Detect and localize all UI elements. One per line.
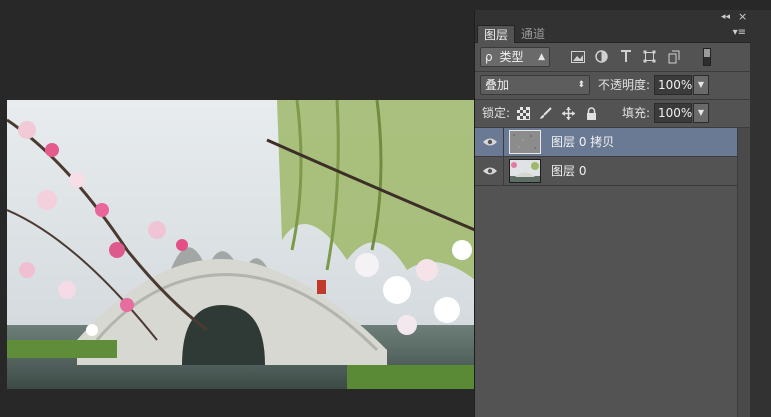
eye-visibility-icon[interactable] (483, 165, 497, 177)
layer-thumbnail-gray (509, 130, 541, 154)
fill-input[interactable]: 100% (654, 103, 692, 123)
smart-object-filter-icon[interactable] (668, 50, 680, 64)
image-filter-icon[interactable] (571, 51, 585, 63)
noise-thumbnail-icon (510, 131, 540, 153)
layer-separator (503, 128, 504, 157)
filter-toggle-switch[interactable] (703, 48, 711, 66)
panel-titlebar: ◂◂ × (475, 10, 750, 25)
blend-mode-value: 叠加 (485, 78, 510, 92)
landscape-thumbnail-icon (510, 160, 540, 182)
adjustment-filter-icon[interactable] (595, 50, 608, 63)
layer-thumbnail-photo (509, 159, 541, 183)
lock-image-pixels-brush-icon[interactable] (539, 107, 552, 120)
blend-mode-dropdown[interactable]: 叠加 ⬍ (480, 75, 590, 95)
lock-transparent-pixels-icon[interactable] (517, 107, 530, 120)
layers-panel: ◂◂ × 图层 通道 ▾≡ ρ 类型 ▲ 叠加 ⬍ 不透明度: 100% ▼ 锁… (474, 10, 750, 417)
layer-row-copy[interactable]: 图层 0 拷贝 (475, 128, 737, 157)
filter-type-label: 类型 (499, 50, 524, 64)
layer-list: 图层 0 拷贝 图层 0 (475, 128, 737, 186)
lock-row: 锁定: 填充: 100% ▼ (475, 100, 750, 128)
collapse-panel-icon[interactable]: ◂◂ (721, 11, 730, 23)
layer-name: 图层 0 (551, 164, 587, 178)
updown-arrow-icon: ⬍ (577, 80, 585, 90)
opacity-input[interactable]: 100% (654, 75, 692, 95)
eye-visibility-icon[interactable] (483, 136, 497, 148)
layer-separator (503, 157, 504, 186)
fill-label: 填充: (622, 106, 651, 120)
document-canvas[interactable] (7, 100, 475, 389)
opacity-label: 不透明度: (598, 78, 651, 92)
shape-filter-icon[interactable] (643, 50, 656, 63)
right-dock-strip (750, 10, 771, 417)
lock-position-move-icon[interactable] (562, 107, 575, 120)
panel-tabs: 图层 通道 ▾≡ (475, 25, 750, 43)
updown-arrow-icon: ▲ (538, 52, 545, 62)
filter-row: ρ 类型 ▲ (475, 44, 750, 72)
tab-channels[interactable]: 通道 (515, 25, 551, 43)
lock-all-icon[interactable] (585, 107, 598, 120)
filter-type-dropdown[interactable]: ρ 类型 ▲ (480, 47, 550, 67)
layer-name: 图层 0 拷贝 (551, 135, 615, 149)
type-filter-icon[interactable] (620, 50, 632, 63)
close-panel-icon[interactable]: × (738, 11, 747, 23)
panel-menu-icon[interactable]: ▾≡ (733, 27, 746, 38)
lock-label: 锁定: (482, 106, 511, 120)
tab-layers[interactable]: 图层 (477, 25, 516, 43)
search-icon: ρ (485, 50, 493, 64)
fill-slider-button[interactable]: ▼ (693, 103, 709, 123)
blend-row: 叠加 ⬍ 不透明度: 100% ▼ (475, 72, 750, 100)
workspace: ◂◂ × 图层 通道 ▾≡ ρ 类型 ▲ 叠加 ⬍ 不透明度: 100% ▼ 锁… (0, 0, 771, 417)
opacity-slider-button[interactable]: ▼ (693, 75, 709, 95)
layer-row-original[interactable]: 图层 0 (475, 157, 737, 186)
canvas-photo (7, 100, 475, 389)
layer-list-scrollbar[interactable] (737, 128, 750, 417)
